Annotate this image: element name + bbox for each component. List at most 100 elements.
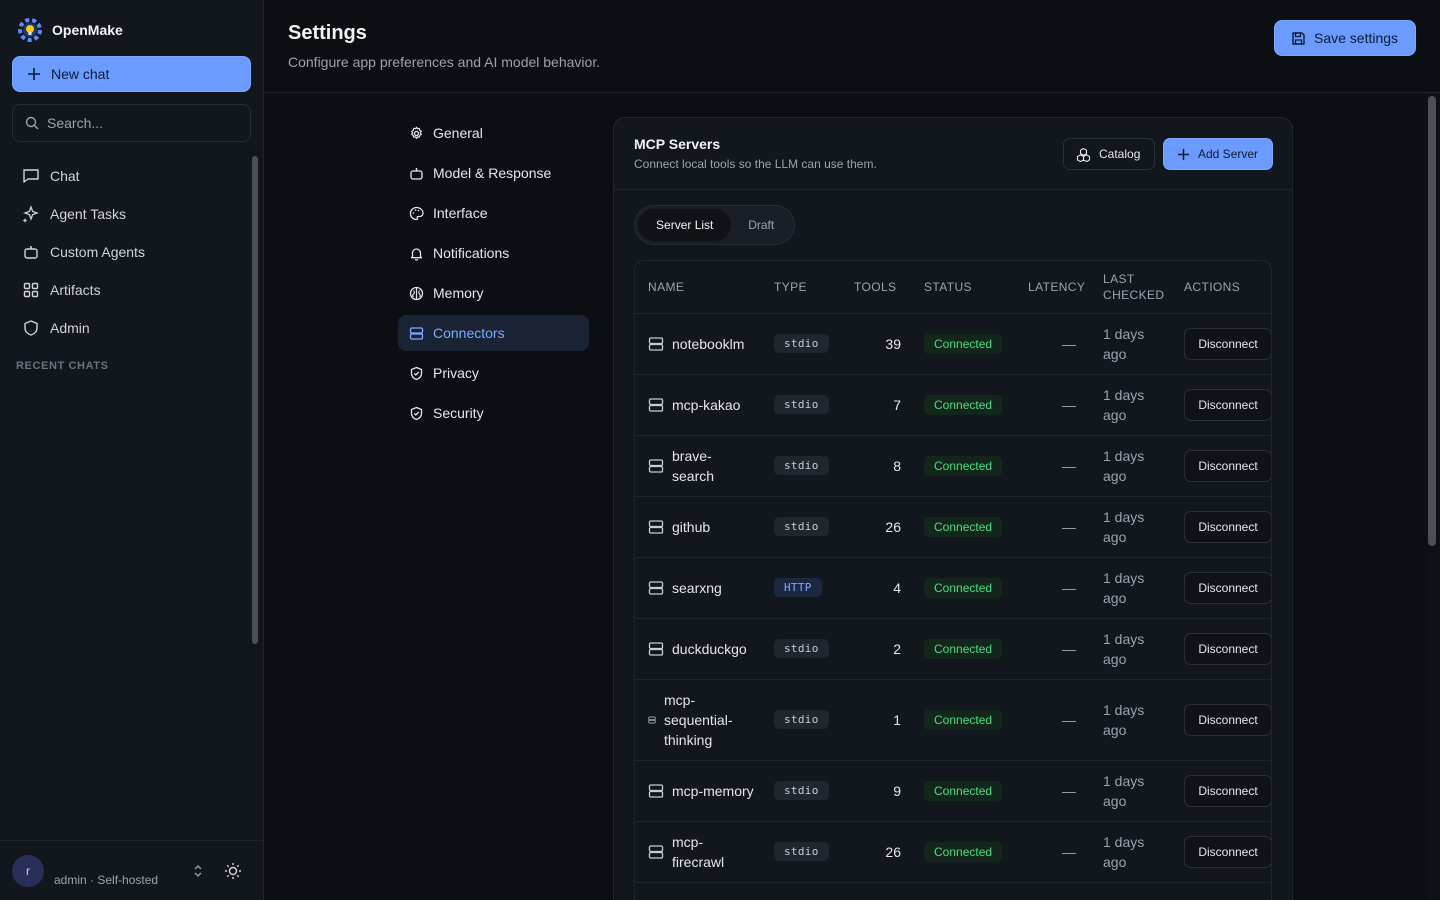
server-tools-count: 1 (841, 679, 911, 761)
save-settings-button[interactable]: Save settings (1274, 20, 1416, 56)
column-header-name[interactable]: NAME (635, 261, 761, 314)
sun-icon[interactable] (224, 862, 242, 880)
recent-chat-item[interactable] (20, 386, 230, 420)
server-name-text: duckduckgo (672, 640, 747, 657)
catalog-label: Catalog (1099, 147, 1141, 161)
settings-tab-model-response[interactable]: Model & Response (398, 155, 589, 191)
settings-tab-interface[interactable]: Interface (398, 195, 589, 231)
page-subtitle: Configure app preferences and AI model b… (288, 54, 601, 70)
sidebar-item-custom-agents[interactable]: Custom Agents (12, 233, 240, 271)
table-row: notebooklm stdio 39 Connected —1 days ago Dis… (635, 313, 1271, 375)
grid-icon (23, 282, 39, 298)
column-header-status[interactable]: STATUS (911, 261, 1015, 314)
column-header-latency[interactable]: LATENCY (1015, 261, 1090, 314)
disconnect-button[interactable]: Disconnect (1184, 449, 1271, 482)
status-badge: Connected (924, 638, 1003, 659)
server-tools-count: 7 (841, 374, 911, 436)
user-role: admin · Self-hosted (54, 873, 159, 887)
server-name: brave-search (648, 446, 761, 486)
add-server-button[interactable]: Add Server (1163, 138, 1273, 170)
tab-draft[interactable]: Draft (731, 209, 791, 241)
recent-chat-item[interactable] (20, 590, 230, 624)
disconnect-button[interactable]: Disconnect (1184, 632, 1271, 665)
recent-chat-item[interactable] (20, 420, 230, 454)
panel-header: MCP Servers Connect local tools so the L… (614, 118, 1292, 190)
server-name: mcp-kakao (648, 395, 761, 415)
page-header: Settings Configure app preferences and A… (264, 0, 1440, 93)
sidebar-item-label: Artifacts (50, 282, 101, 298)
server-last-checked: 1 days ago (1090, 435, 1171, 497)
server-tools-count: 26 (841, 496, 911, 558)
server-latency: — (1015, 821, 1090, 883)
column-header-type[interactable]: TYPE (761, 261, 841, 314)
search-input[interactable] (47, 115, 227, 131)
catalog-button[interactable]: Catalog (1063, 138, 1155, 170)
server-icon (409, 326, 424, 340)
settings-tab-security[interactable]: Security (398, 395, 589, 431)
recent-chat-item[interactable] (20, 522, 230, 556)
mcp-servers-panel: MCP Servers Connect local tools so the L… (613, 117, 1293, 900)
server-icon (648, 458, 664, 473)
server-name-cell: github (635, 496, 761, 558)
sidebar-item-artifacts[interactable]: Artifacts (12, 271, 240, 309)
recent-chat-item[interactable] (20, 658, 230, 692)
settings-tab-label: General (433, 125, 483, 141)
type-badge: stdio (774, 395, 829, 414)
recent-chat-item[interactable] (20, 624, 230, 658)
recent-chat-item[interactable] (20, 760, 230, 794)
settings-tab-notifications[interactable]: Notifications (398, 235, 589, 271)
disconnect-button[interactable]: Disconnect (1184, 774, 1271, 807)
avatar[interactable]: r (12, 855, 44, 887)
chevron-up-down-icon[interactable] (190, 863, 206, 879)
server-last-checked: 1 days ago (1090, 374, 1171, 436)
server-actions-cell: Disconnect (1171, 821, 1271, 883)
server-name-text: mcp-firecrawl (672, 833, 725, 870)
disconnect-button[interactable]: Disconnect (1184, 510, 1271, 543)
disconnect-button[interactable]: Disconnect (1184, 571, 1271, 604)
server-icon (648, 716, 656, 723)
main-scrollbar-thumb[interactable] (1428, 96, 1436, 546)
recent-chat-item[interactable] (20, 794, 230, 828)
recent-chat-item[interactable] (20, 692, 230, 726)
settings-tab-general[interactable]: General (398, 115, 589, 151)
server-actions-cell: Disconnect (1171, 557, 1271, 619)
settings-tab-connectors[interactable]: Connectors (398, 315, 589, 351)
sidebar-item-label: Admin (50, 320, 90, 336)
status-badge: Connected (924, 780, 1003, 801)
sidebar-scrollbar-thumb[interactable] (252, 156, 258, 644)
new-chat-button[interactable]: New chat (12, 56, 251, 92)
server-latency: — (1015, 313, 1090, 375)
settings-tab-privacy[interactable]: Privacy (398, 355, 589, 391)
column-header-last-checked[interactable]: LAST CHECKED (1090, 261, 1171, 314)
server-latency: — (1015, 557, 1090, 619)
save-icon (1292, 31, 1305, 45)
sidebar-item-admin[interactable]: Admin (12, 309, 240, 347)
disconnect-button[interactable]: Disconnect (1184, 703, 1271, 736)
server-status-cell: Connected (911, 760, 1015, 822)
server-actions-cell: Disconnect (1171, 496, 1271, 558)
disconnect-button[interactable]: Disconnect (1184, 327, 1271, 360)
server-status-cell: Connected (911, 496, 1015, 558)
sidebar-item-chat[interactable]: Chat (12, 157, 240, 195)
status-badge: Connected (924, 394, 1003, 415)
tab-server-list[interactable]: Server List (638, 209, 732, 241)
settings-tab-memory[interactable]: Memory (398, 275, 589, 311)
server-status-cell: Connected (911, 313, 1015, 375)
bot-icon (410, 167, 423, 180)
server-type-cell: stdio (761, 313, 841, 375)
type-badge: stdio (774, 334, 829, 353)
settings-tab-label: Privacy (433, 365, 479, 381)
search-box[interactable] (12, 104, 251, 142)
recent-chat-item[interactable] (20, 556, 230, 590)
disconnect-button[interactable]: Disconnect (1184, 835, 1271, 868)
recent-chat-item[interactable] (20, 726, 230, 760)
server-name-cell: mcp-firecrawl (635, 821, 761, 883)
recent-chat-item[interactable] (20, 454, 230, 488)
recent-chat-item[interactable] (20, 488, 230, 522)
sidebar-item-agent-tasks[interactable]: Agent Tasks (12, 195, 240, 233)
disconnect-button[interactable]: Disconnect (1184, 388, 1271, 421)
server-last-checked: 1 days ago (1090, 821, 1171, 883)
column-header-tools[interactable]: TOOLS (841, 261, 911, 314)
brand[interactable]: OpenMake (16, 16, 123, 44)
server-name: github (648, 517, 761, 537)
